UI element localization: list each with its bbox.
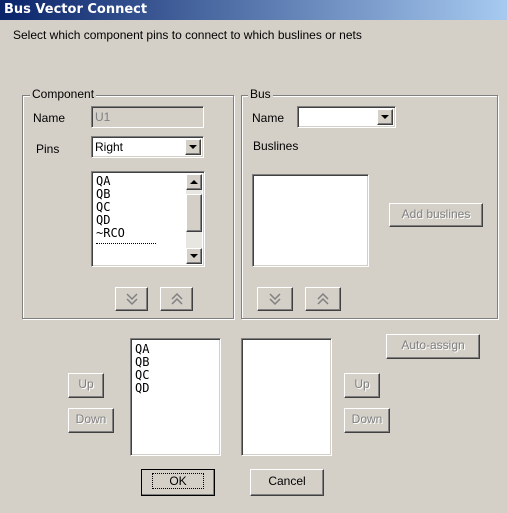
cancel-button[interactable]: Cancel	[250, 469, 324, 496]
component-name-value: U1	[95, 110, 111, 124]
component-name-field[interactable]: U1	[91, 106, 204, 128]
double-chevron-up-icon	[170, 292, 183, 305]
bus-name-label: Name	[252, 111, 285, 125]
bus-name-select[interactable]	[297, 106, 396, 128]
right-up-button[interactable]: Up	[344, 373, 380, 398]
ok-button[interactable]: OK	[141, 469, 215, 496]
auto-assign-button[interactable]: Auto-assign	[386, 334, 480, 359]
component-name-label: Name	[33, 111, 66, 125]
scroll-up-button[interactable]	[186, 174, 202, 190]
left-up-button[interactable]: Up	[68, 373, 104, 398]
double-chevron-down-icon	[269, 293, 281, 306]
add-buslines-button[interactable]: Add buslines	[389, 203, 483, 227]
ok-label: OK	[152, 473, 204, 489]
component-pin-list[interactable]: QA QB QC QD ~RCO	[91, 171, 205, 267]
buslines-label: Buslines	[253, 139, 299, 153]
window-title: Bus Vector Connect	[4, 2, 148, 17]
double-chevron-down-icon	[125, 293, 138, 306]
bus-move-up-button[interactable]	[305, 287, 341, 311]
double-chevron-up-icon	[317, 292, 329, 305]
buslines-list[interactable]	[252, 174, 369, 267]
bus-move-down-button[interactable]	[257, 287, 293, 311]
arrow-up-icon	[190, 180, 198, 184]
selected-pins-items: QA QB QC QD	[135, 343, 149, 395]
component-move-down-button[interactable]	[115, 287, 148, 311]
right-down-button[interactable]: Down	[344, 408, 390, 433]
selected-pins-list[interactable]: QA QB QC QD	[130, 338, 221, 456]
chevron-down-icon	[189, 145, 197, 149]
arrow-down-icon	[190, 254, 198, 258]
pins-select-value: Right	[95, 140, 124, 154]
list-item[interactable]: ~RCO	[96, 227, 184, 240]
component-move-up-button[interactable]	[160, 287, 193, 311]
pins-select[interactable]: Right	[91, 136, 204, 158]
bus-legend: Bus	[248, 87, 273, 101]
chevron-down-icon	[381, 115, 389, 119]
left-down-button[interactable]: Down	[68, 408, 114, 433]
pins-label: Pins	[36, 142, 60, 156]
title-bar: Bus Vector Connect	[0, 0, 507, 20]
pin-list-scrollbar[interactable]	[186, 174, 202, 264]
list-item[interactable]: QD	[135, 382, 149, 395]
instruction-text: Select which component pins to connect t…	[13, 28, 362, 42]
pins-dropdown-button[interactable]	[185, 139, 201, 155]
assigned-buslines-list[interactable]	[241, 338, 332, 456]
bus-name-dropdown-button[interactable]	[377, 109, 393, 125]
list-item-partial	[96, 243, 156, 250]
component-legend: Component	[30, 87, 97, 101]
scroll-thumb[interactable]	[186, 194, 202, 232]
component-pin-list-items: QA QB QC QD ~RCO	[96, 175, 184, 263]
scroll-down-button[interactable]	[186, 248, 202, 264]
